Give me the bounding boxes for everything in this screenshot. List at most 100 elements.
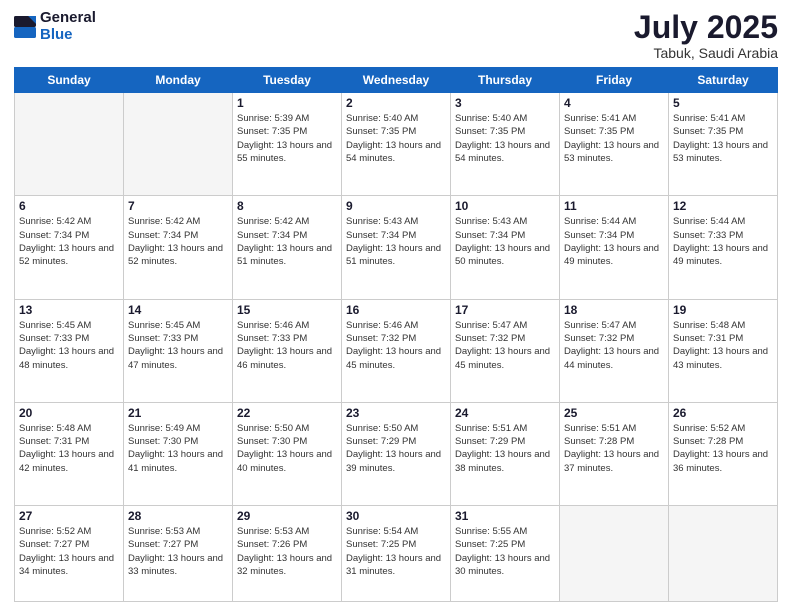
day-info: Sunrise: 5:53 AM Sunset: 7:26 PM Dayligh… (237, 525, 337, 578)
calendar-cell: 4 Sunrise: 5:41 AM Sunset: 7:35 PM Daylig… (560, 93, 669, 196)
day-number: 21 (128, 406, 228, 420)
day-number: 19 (673, 303, 773, 317)
day-info: Sunrise: 5:45 AM Sunset: 7:33 PM Dayligh… (128, 319, 228, 372)
calendar-cell: 28Sunrise: 5:53 AM Sunset: 7:27 PM Dayli… (124, 506, 233, 602)
calendar-cell: 11 Sunrise: 5:44 AM Sunset: 7:34 PM Dayli… (560, 196, 669, 299)
page: General Blue July 2025 Tabuk, Saudi Arab… (0, 0, 792, 612)
weekday-header-thursday: Thursday (451, 68, 560, 93)
day-info: Sunrise: 5:46 AM Sunset: 7:32 PM Dayligh… (346, 319, 446, 372)
day-number: 8 (237, 199, 337, 213)
day-info: Sunrise: 5:51 AM Sunset: 7:29 PM Dayligh… (455, 422, 555, 475)
weekday-header-sunday: Sunday (15, 68, 124, 93)
calendar-cell: 17Sunrise: 5:47 AM Sunset: 7:32 PM Dayli… (451, 299, 560, 402)
calendar-cell: 7 Sunrise: 5:42 AM Sunset: 7:34 PM Daylig… (124, 196, 233, 299)
calendar-cell: 18 Sunrise: 5:47 AM Sunset: 7:32 PM Dayli… (560, 299, 669, 402)
calendar-cell: 8Sunrise: 5:42 AM Sunset: 7:34 PM Daylig… (233, 196, 342, 299)
day-info: Sunrise: 5:44 AM Sunset: 7:34 PM Dayligh… (564, 215, 664, 268)
calendar-cell: 25Sunrise: 5:51 AM Sunset: 7:28 PM Dayli… (560, 402, 669, 505)
calendar-body: 1Sunrise: 5:39 AM Sunset: 7:35 PM Daylig… (15, 93, 778, 602)
calendar-cell: 26 Sunrise: 5:52 AM Sunset: 7:28 PM Dayli… (669, 402, 778, 505)
logo: General Blue (14, 10, 96, 43)
calendar-week-row: 6Sunrise: 5:42 AM Sunset: 7:34 PM Daylig… (15, 196, 778, 299)
location-subtitle: Tabuk, Saudi Arabia (634, 45, 778, 61)
day-info: Sunrise: 5:50 AM Sunset: 7:29 PM Dayligh… (346, 422, 446, 475)
day-number: 18 (564, 303, 664, 317)
day-info: Sunrise: 5:48 AM Sunset: 7:31 PM Dayligh… (19, 422, 119, 475)
calendar-cell: 23 Sunrise: 5:50 AM Sunset: 7:29 PM Dayli… (342, 402, 451, 505)
day-number: 30 (346, 509, 446, 523)
day-info: Sunrise: 5:41 AM Sunset: 7:35 PM Dayligh… (564, 112, 664, 165)
day-number: 7 (128, 199, 228, 213)
day-number: 13 (19, 303, 119, 317)
calendar-cell: 22 Sunrise: 5:50 AM Sunset: 7:30 PM Dayli… (233, 402, 342, 505)
day-info: Sunrise: 5:47 AM Sunset: 7:32 PM Dayligh… (564, 319, 664, 372)
calendar-cell: 15 Sunrise: 5:46 AM Sunset: 7:33 PM Dayli… (233, 299, 342, 402)
day-number: 15 (237, 303, 337, 317)
title-block: July 2025 Tabuk, Saudi Arabia (634, 10, 778, 61)
day-info: Sunrise: 5:44 AM Sunset: 7:33 PM Dayligh… (673, 215, 773, 268)
calendar-cell: 12 Sunrise: 5:44 AM Sunset: 7:33 PM Dayli… (669, 196, 778, 299)
weekday-header-row: SundayMondayTuesdayWednesdayThursdayFrid… (15, 68, 778, 93)
calendar-cell: 5 Sunrise: 5:41 AM Sunset: 7:35 PM Daylig… (669, 93, 778, 196)
day-info: Sunrise: 5:53 AM Sunset: 7:27 PM Dayligh… (128, 525, 228, 578)
day-number: 4 (564, 96, 664, 110)
day-info: Sunrise: 5:42 AM Sunset: 7:34 PM Dayligh… (128, 215, 228, 268)
day-info: Sunrise: 5:40 AM Sunset: 7:35 PM Dayligh… (455, 112, 555, 165)
day-number: 1 (237, 96, 337, 110)
month-title: July 2025 (634, 10, 778, 45)
weekday-header-tuesday: Tuesday (233, 68, 342, 93)
day-number: 10 (455, 199, 555, 213)
day-number: 23 (346, 406, 446, 420)
day-info: Sunrise: 5:43 AM Sunset: 7:34 PM Dayligh… (455, 215, 555, 268)
calendar-week-row: 13 Sunrise: 5:45 AM Sunset: 7:33 PM Dayli… (15, 299, 778, 402)
day-number: 14 (128, 303, 228, 317)
calendar-cell: 2 Sunrise: 5:40 AM Sunset: 7:35 PM Daylig… (342, 93, 451, 196)
header: General Blue July 2025 Tabuk, Saudi Arab… (14, 10, 778, 61)
calendar-week-row: 20Sunrise: 5:48 AM Sunset: 7:31 PM Dayli… (15, 402, 778, 505)
calendar-week-row: 27Sunrise: 5:52 AM Sunset: 7:27 PM Dayli… (15, 506, 778, 602)
day-number: 2 (346, 96, 446, 110)
day-info: Sunrise: 5:54 AM Sunset: 7:25 PM Dayligh… (346, 525, 446, 578)
calendar-cell: 13Sunrise: 5:45 AM Sunset: 7:33 PM Dayli… (15, 299, 124, 402)
calendar-cell (124, 93, 233, 196)
day-info: Sunrise: 5:47 AM Sunset: 7:32 PM Dayligh… (455, 319, 555, 372)
calendar-cell: 14 Sunrise: 5:45 AM Sunset: 7:33 PM Dayli… (124, 299, 233, 402)
day-info: Sunrise: 5:43 AM Sunset: 7:34 PM Dayligh… (346, 215, 446, 268)
calendar-week-row: 1Sunrise: 5:39 AM Sunset: 7:35 PM Daylig… (15, 93, 778, 196)
day-number: 3 (455, 96, 555, 110)
calendar-cell: 10 Sunrise: 5:43 AM Sunset: 7:34 PM Dayli… (451, 196, 560, 299)
day-number: 22 (237, 406, 337, 420)
weekday-header-wednesday: Wednesday (342, 68, 451, 93)
calendar-table: SundayMondayTuesdayWednesdayThursdayFrid… (14, 67, 778, 602)
day-number: 12 (673, 199, 773, 213)
weekday-header-saturday: Saturday (669, 68, 778, 93)
day-info: Sunrise: 5:46 AM Sunset: 7:33 PM Dayligh… (237, 319, 337, 372)
day-info: Sunrise: 5:41 AM Sunset: 7:35 PM Dayligh… (673, 112, 773, 165)
day-number: 24 (455, 406, 555, 420)
calendar-cell (669, 506, 778, 602)
day-info: Sunrise: 5:50 AM Sunset: 7:30 PM Dayligh… (237, 422, 337, 475)
calendar-cell: 16Sunrise: 5:46 AM Sunset: 7:32 PM Dayli… (342, 299, 451, 402)
day-info: Sunrise: 5:52 AM Sunset: 7:27 PM Dayligh… (19, 525, 119, 578)
day-number: 11 (564, 199, 664, 213)
calendar-cell (15, 93, 124, 196)
calendar-cell: 9 Sunrise: 5:43 AM Sunset: 7:34 PM Daylig… (342, 196, 451, 299)
day-number: 9 (346, 199, 446, 213)
day-info: Sunrise: 5:49 AM Sunset: 7:30 PM Dayligh… (128, 422, 228, 475)
calendar-cell: 6Sunrise: 5:42 AM Sunset: 7:34 PM Daylig… (15, 196, 124, 299)
day-number: 5 (673, 96, 773, 110)
logo-general: General (40, 9, 96, 26)
day-info: Sunrise: 5:48 AM Sunset: 7:31 PM Dayligh… (673, 319, 773, 372)
day-number: 26 (673, 406, 773, 420)
day-info: Sunrise: 5:52 AM Sunset: 7:28 PM Dayligh… (673, 422, 773, 475)
day-info: Sunrise: 5:55 AM Sunset: 7:25 PM Dayligh… (455, 525, 555, 578)
calendar-cell: 24 Sunrise: 5:51 AM Sunset: 7:29 PM Dayli… (451, 402, 560, 505)
calendar-cell: 31 Sunrise: 5:55 AM Sunset: 7:25 PM Dayli… (451, 506, 560, 602)
logo-blue: Blue (40, 26, 73, 43)
day-info: Sunrise: 5:51 AM Sunset: 7:28 PM Dayligh… (564, 422, 664, 475)
weekday-header-monday: Monday (124, 68, 233, 93)
day-info: Sunrise: 5:40 AM Sunset: 7:35 PM Dayligh… (346, 112, 446, 165)
day-number: 31 (455, 509, 555, 523)
calendar-cell: 3 Sunrise: 5:40 AM Sunset: 7:35 PM Daylig… (451, 93, 560, 196)
calendar-cell (560, 506, 669, 602)
